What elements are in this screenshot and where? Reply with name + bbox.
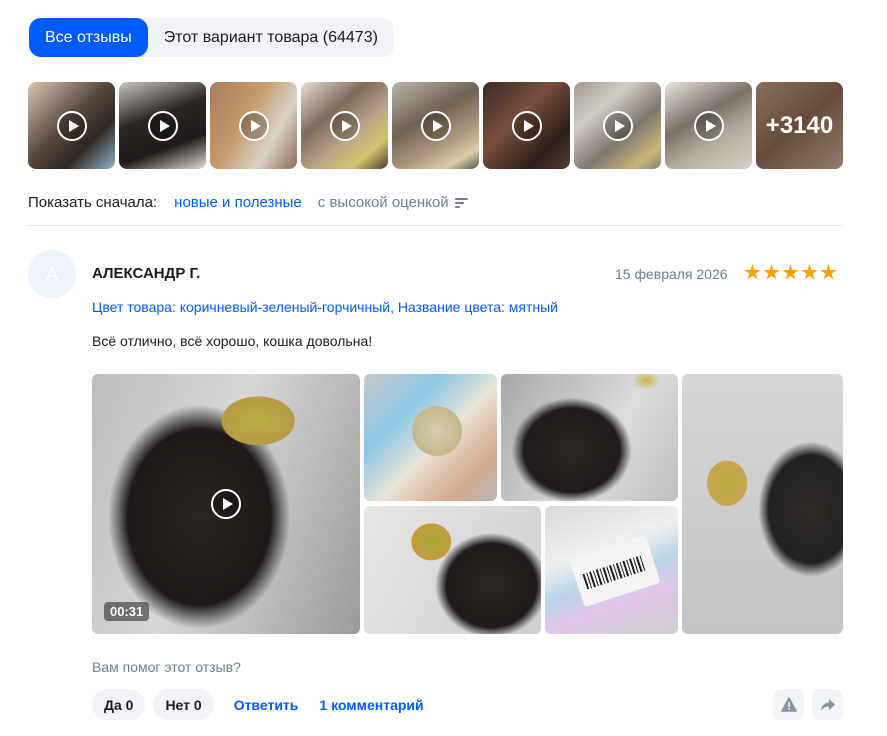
share-button[interactable] — [812, 689, 843, 720]
star-icon — [782, 264, 799, 280]
video-thumbnail[interactable] — [28, 82, 115, 169]
more-media-thumbnail[interactable]: +3140 — [756, 82, 843, 169]
rating-stars — [744, 264, 837, 281]
avatar: А — [28, 250, 76, 298]
star-icon — [763, 264, 780, 280]
video-thumbnail[interactable] — [665, 82, 752, 169]
review-video[interactable]: 00:31 — [92, 374, 360, 634]
sort-option-high-rating-label: с высокой оценкой — [317, 194, 449, 211]
review-photo[interactable] — [682, 374, 843, 634]
video-thumbnail[interactable] — [119, 82, 206, 169]
sort-row: Показать сначала: новые и полезные с выс… — [28, 194, 468, 211]
reply-link[interactable]: Ответить — [234, 697, 299, 713]
play-icon — [238, 110, 269, 141]
play-icon — [420, 110, 451, 141]
tab-this-variant[interactable]: Этот вариант товара (64473) — [148, 18, 394, 57]
helpful-yes-button[interactable]: Да 0 — [92, 689, 146, 720]
video-thumbnail[interactable] — [392, 82, 479, 169]
video-duration: 00:31 — [104, 602, 150, 621]
play-icon — [56, 110, 87, 141]
barcode — [582, 555, 647, 590]
star-icon — [744, 264, 761, 280]
review-photo[interactable] — [364, 374, 497, 501]
video-thumbnail[interactable] — [301, 82, 388, 169]
play-icon — [211, 489, 241, 519]
video-thumbnail[interactable] — [483, 82, 570, 169]
play-icon — [511, 110, 542, 141]
review-author: АЛЕКСАНДР Г. — [92, 265, 201, 282]
sort-option-high-rating[interactable]: с высокой оценкой — [318, 194, 468, 211]
review-actions: Да 0 Нет 0 Ответить 1 комментарий — [92, 689, 424, 720]
barcode-label — [569, 534, 661, 608]
review-date: 15 февраля 2026 — [615, 266, 728, 282]
review-photo[interactable] — [501, 374, 678, 501]
sort-label: Показать сначала: — [28, 194, 158, 211]
sort-icon — [454, 197, 468, 208]
share-icon — [820, 698, 835, 711]
video-thumbnail[interactable] — [574, 82, 661, 169]
play-icon — [693, 110, 724, 141]
play-icon — [147, 110, 178, 141]
comments-link[interactable]: 1 комментарий — [319, 697, 423, 713]
play-icon — [329, 110, 360, 141]
star-icon — [820, 264, 837, 280]
divider — [28, 225, 843, 226]
sort-option-new-useful[interactable]: новые и полезные — [174, 194, 302, 211]
helpful-no-button[interactable]: Нет 0 — [153, 689, 214, 720]
star-icon — [801, 264, 818, 280]
warning-icon — [780, 697, 797, 712]
helpful-question: Вам помог этот отзыв? — [92, 659, 241, 675]
review-photo[interactable] — [364, 506, 541, 634]
tab-all-reviews[interactable]: Все отзывы — [29, 18, 148, 57]
report-button[interactable] — [773, 689, 804, 720]
review-text: Всё отлично, всё хорошо, кошка довольна! — [92, 333, 373, 349]
media-thumbnails: +3140 — [28, 82, 843, 169]
play-icon — [602, 110, 633, 141]
review-photo[interactable] — [545, 506, 678, 634]
video-thumbnail[interactable] — [210, 82, 297, 169]
review-filter-tabs: Все отзывы Этот вариант товара (64473) — [29, 18, 394, 57]
more-media-count: +3140 — [756, 82, 843, 169]
review-variant: Цвет товара: коричневый-зеленый-горчичны… — [92, 299, 558, 315]
